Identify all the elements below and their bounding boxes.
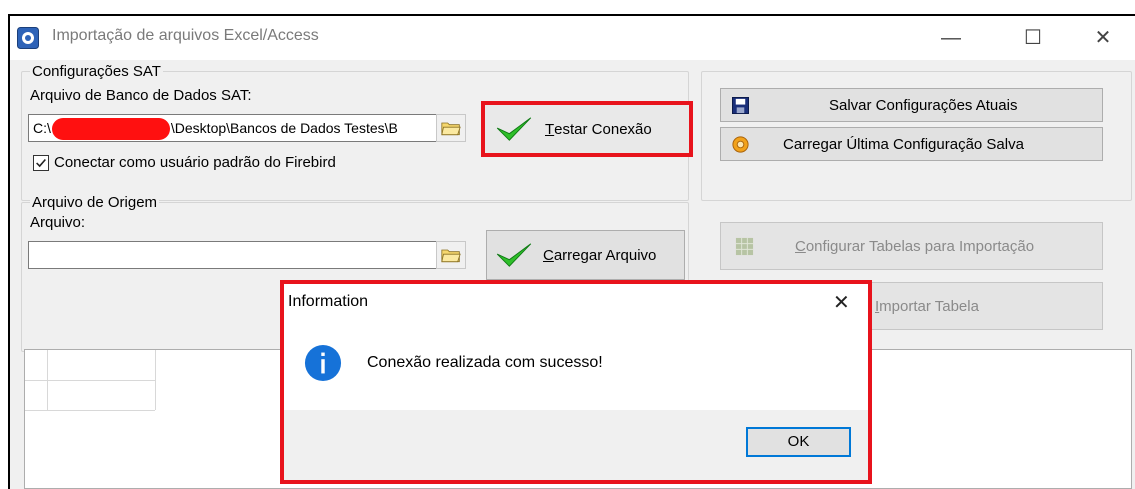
folder-open-icon (441, 249, 461, 263)
close-button[interactable]: ✕ (1080, 22, 1126, 54)
load-config-button[interactable]: Carregar Última Configuração Salva (720, 127, 1103, 161)
db-path-field[interactable]: C:\ \Desktop\Bancos de Dados Testes\B (28, 114, 466, 142)
load-config-label: Carregar Última Configuração Salva (783, 135, 1024, 153)
highlight-dialog (280, 280, 872, 484)
load-file-button[interactable]: Carregar Arquivo (486, 230, 685, 280)
load-file-label: arregar Arquivo (553, 246, 657, 264)
app-icon (17, 27, 39, 49)
db-file-label: Arquivo de Banco de Dados SAT: (30, 87, 252, 104)
browse-db-button[interactable] (436, 114, 466, 142)
checkmark-icon (496, 243, 532, 267)
folder-open-icon (441, 122, 461, 136)
minimize-button[interactable]: — (928, 22, 974, 54)
title-bar: Importação de arquivos Excel/Access — ☐ … (10, 16, 1135, 60)
maximize-button[interactable]: ☐ (1010, 22, 1056, 54)
firebird-user-checkbox[interactable] (33, 155, 49, 171)
configure-tables-label: onfigurar Tabelas para Importação (805, 237, 1035, 255)
grid-line (25, 380, 155, 381)
highlight-test-connection (481, 101, 693, 157)
save-config-label: Salvar Configurações Atuais (829, 96, 1018, 114)
check-icon (36, 158, 46, 168)
db-path-prefix: C:\ (33, 120, 51, 136)
origem-label: Arquivo de Origem (30, 194, 160, 211)
redacted-mark (51, 118, 170, 141)
browse-source-button[interactable] (436, 241, 466, 269)
db-path-suffix: \Desktop\Bancos de Dados Testes\B (170, 120, 398, 136)
load-file-accel: C (543, 246, 554, 264)
firebird-user-label: Conectar como usuário padrão do Firebird (54, 154, 336, 171)
window-title: Importação de arquivos Excel/Access (52, 27, 319, 44)
close-icon: ✕ (1094, 27, 1112, 49)
config-sat-label: Configurações SAT (30, 63, 163, 80)
import-table-label: mportar Tabela (879, 297, 979, 315)
floppy-disk-icon (732, 97, 749, 114)
source-file-field[interactable] (28, 241, 466, 269)
grid-line (25, 410, 155, 411)
save-config-button[interactable]: Salvar Configurações Atuais (720, 88, 1103, 122)
grid-line (47, 350, 48, 410)
configure-tables-button[interactable]: Configurar Tabelas para Importação (720, 222, 1103, 270)
maximize-icon: ☐ (1024, 27, 1042, 49)
configure-tables-accel: C (795, 237, 806, 255)
grid-line (155, 350, 156, 410)
gear-icon (732, 136, 749, 153)
table-config-icon (735, 237, 754, 256)
minimize-icon: — (941, 27, 961, 49)
file-label: Arquivo: (30, 214, 86, 231)
